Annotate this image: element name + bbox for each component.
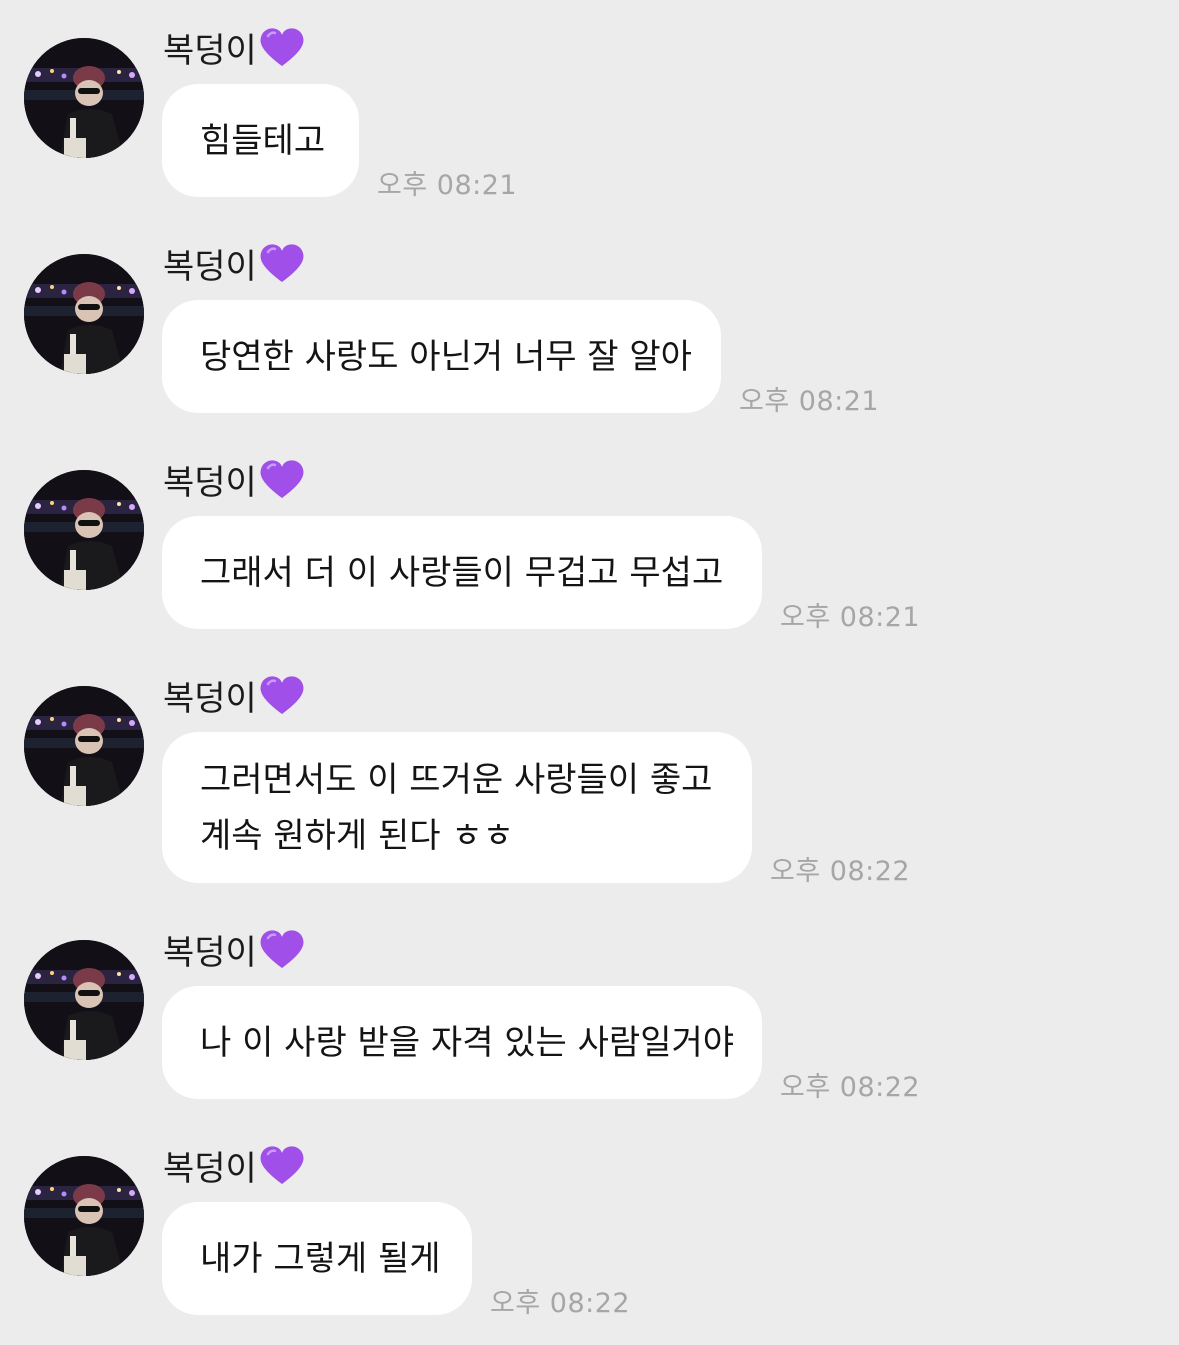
message-text: 내가 그렇게 될게: [200, 1238, 441, 1279]
purple-heart-icon: [260, 28, 304, 66]
sender-name-text: 복덩이: [163, 932, 257, 973]
avatar[interactable]: [24, 686, 144, 806]
sender-name-text: 복덩이: [163, 462, 257, 503]
sender-name: 복덩이: [163, 456, 305, 503]
sender-name: 복덩이: [163, 240, 305, 287]
message-bubble[interactable]: 그래서 더 이 사랑들이 무겁고 무섭고: [162, 516, 762, 629]
purple-heart-icon: [260, 676, 304, 714]
message-text: 당연한 사랑도 아닌거 너무 잘 알아: [200, 336, 692, 377]
message-text: 힘들테고: [200, 120, 326, 161]
purple-heart-icon: [260, 930, 304, 968]
message-text-line: 계속 원하게 된다 ㅎㅎ: [200, 815, 514, 856]
sender-name: 복덩이: [163, 926, 305, 973]
sender-name: 복덩이: [163, 672, 305, 719]
message-bubble[interactable]: 나 이 사랑 받을 자격 있는 사람일거야: [162, 986, 762, 1099]
message-time: 오후 08:21: [377, 170, 518, 201]
avatar[interactable]: [24, 254, 144, 374]
message-time: 오후 08:21: [780, 602, 921, 633]
sender-name: 복덩이: [163, 24, 305, 71]
avatar[interactable]: [24, 470, 144, 590]
purple-heart-icon: [260, 460, 304, 498]
message-time: 오후 08:22: [780, 1072, 921, 1103]
avatar[interactable]: [24, 940, 144, 1060]
message-bubble[interactable]: 힘들테고: [162, 84, 359, 197]
message-time: 오후 08:22: [770, 856, 911, 887]
message-text: 그래서 더 이 사랑들이 무겁고 무섭고: [200, 552, 724, 593]
message-bubble[interactable]: 내가 그렇게 될게: [162, 1202, 472, 1315]
purple-heart-icon: [260, 244, 304, 282]
sender-name-text: 복덩이: [163, 1148, 257, 1189]
avatar[interactable]: [24, 1156, 144, 1276]
sender-name: 복덩이: [163, 1142, 305, 1189]
message-bubble[interactable]: 그러면서도 이 뜨거운 사랑들이 좋고 계속 원하게 된다 ㅎㅎ: [162, 732, 752, 883]
avatar[interactable]: [24, 38, 144, 158]
message-time: 오후 08:22: [490, 1288, 631, 1319]
message-bubble[interactable]: 당연한 사랑도 아닌거 너무 잘 알아: [162, 300, 721, 413]
sender-name-text: 복덩이: [163, 246, 257, 287]
message-time: 오후 08:21: [739, 386, 880, 417]
sender-name-text: 복덩이: [163, 30, 257, 71]
purple-heart-icon: [260, 1146, 304, 1184]
sender-name-text: 복덩이: [163, 678, 257, 719]
message-text: 나 이 사랑 받을 자격 있는 사람일거야: [200, 1022, 735, 1063]
message-text-line: 그러면서도 이 뜨거운 사랑들이 좋고: [200, 759, 713, 800]
